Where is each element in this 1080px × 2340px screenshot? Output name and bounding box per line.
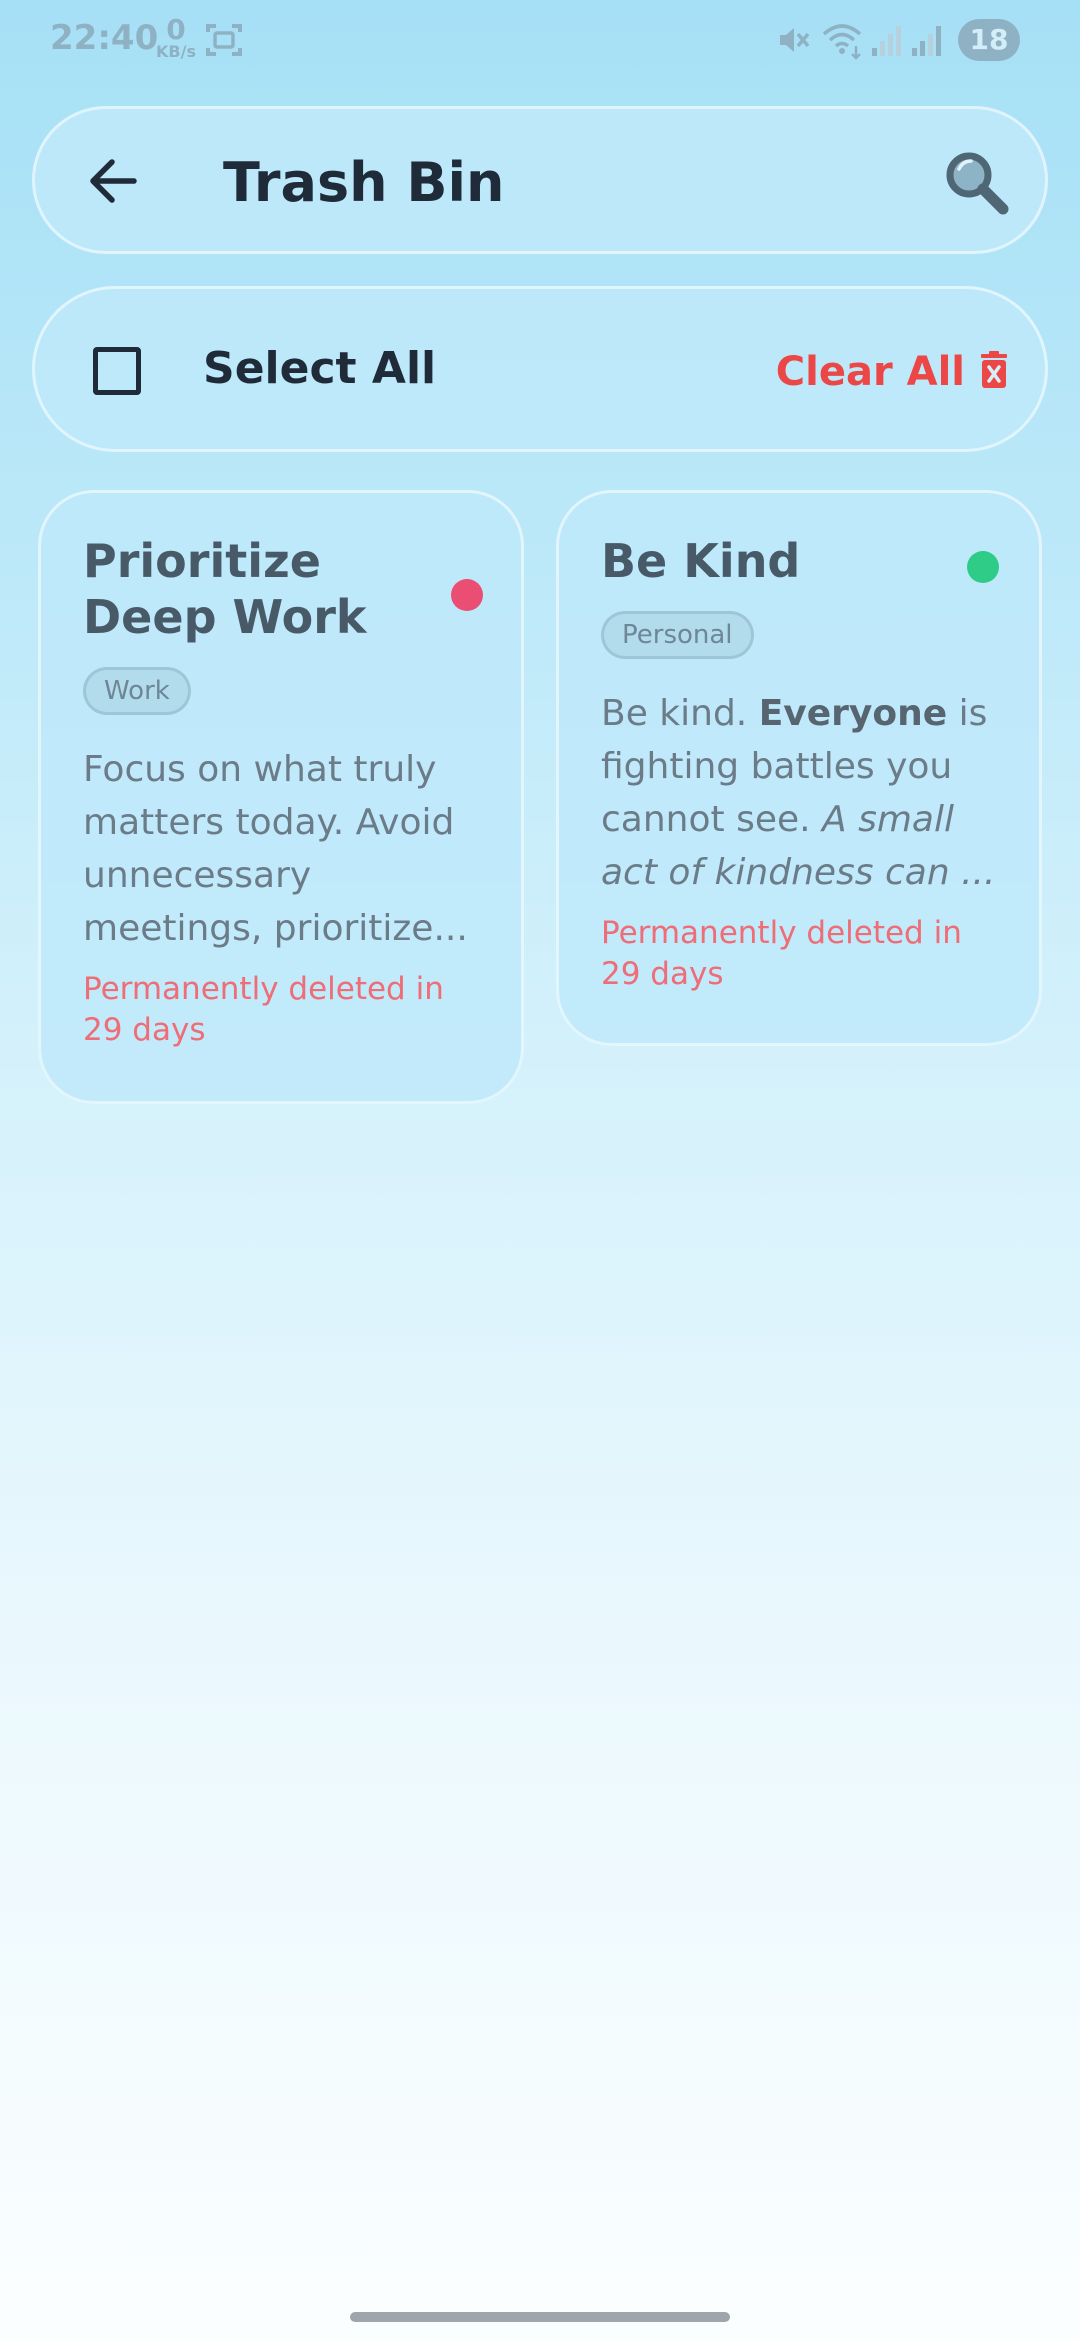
note-expiry-text: Permanently deleted in 29 days: [83, 971, 444, 1048]
signal-icon: [910, 22, 944, 62]
note-title: Prioritize Deep Work: [83, 534, 367, 644]
note-color-dot: [967, 551, 999, 583]
note-card[interactable]: Be Kind Personal Be kind. Everyone is fi…: [556, 490, 1042, 1046]
network-speed-value: 0: [166, 13, 186, 46]
wifi-icon: [822, 20, 864, 64]
page-title: Trash Bin: [223, 151, 505, 214]
network-speed: 0 KB/s: [156, 16, 196, 60]
note-body-text: Be kind.: [601, 693, 759, 734]
screenshot-icon: [204, 20, 244, 64]
selection-toolbar: Select All Clear All: [32, 286, 1048, 452]
note-expiry-text: Permanently deleted in 29 days: [601, 915, 962, 992]
trash-icon: [979, 351, 1009, 393]
search-button[interactable]: [941, 149, 1011, 219]
clear-all-button[interactable]: Clear All: [776, 339, 1009, 405]
network-speed-unit: KB/s: [156, 42, 196, 61]
arrow-left-icon: [88, 158, 138, 208]
clear-all-label: Clear All: [775, 349, 965, 395]
search-icon: [943, 149, 1009, 219]
note-body-text: Everyone: [758, 693, 948, 734]
status-bar: 22:40 0 KB/s 18: [0, 0, 1080, 80]
back-button[interactable]: [83, 153, 143, 213]
signal-icon: [870, 22, 904, 62]
battery-indicator: 18: [958, 19, 1020, 61]
note-body: Be kind. Everyone is fighting battles yo…: [601, 687, 997, 899]
status-time: 22:40: [50, 18, 159, 58]
note-body: Focus on what truly matters today. Avoid…: [83, 743, 479, 955]
select-all-label[interactable]: Select All: [203, 343, 436, 394]
header-bar: Trash Bin: [32, 106, 1048, 254]
note-title: Be Kind: [601, 534, 801, 588]
note-tag: Work: [83, 667, 191, 715]
mute-icon: [776, 22, 812, 62]
note-tag: Personal: [601, 611, 754, 659]
note-card[interactable]: Prioritize Deep Work Work Focus on what …: [38, 490, 524, 1104]
note-color-dot: [451, 579, 483, 611]
select-all-checkbox[interactable]: [93, 347, 141, 395]
home-indicator[interactable]: [350, 2312, 730, 2322]
note-body-text: Focus on what truly matters today. Avoid…: [83, 749, 468, 949]
